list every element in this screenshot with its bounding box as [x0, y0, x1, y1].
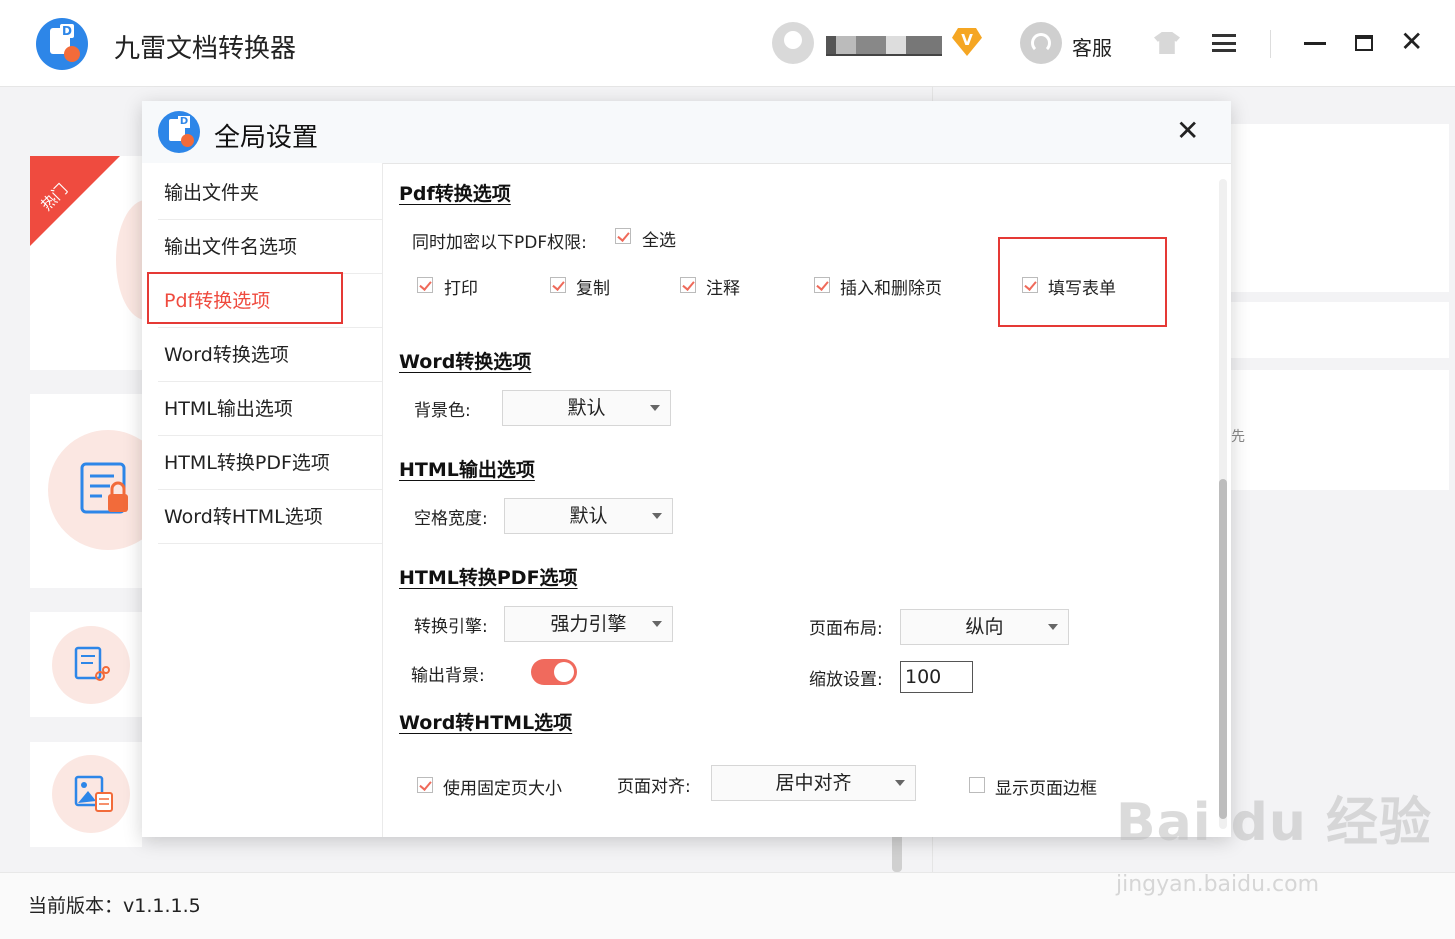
chevron-down-icon	[652, 621, 662, 627]
doc-cut-icon	[74, 646, 110, 684]
zoom-label: 缩放设置:	[809, 670, 883, 690]
engine-label: 转换引擎:	[414, 617, 488, 637]
version-label: 当前版本：v1.1.1.5	[28, 895, 201, 917]
menu-icon[interactable]	[1212, 34, 1236, 52]
pdf-section-title: Pdf转换选项	[399, 183, 511, 205]
global-settings-dialog: D 全局设置 ✕ 输出文件夹 输出文件名选项 Pdf转换选项 Word转换选项 …	[142, 101, 1231, 837]
space-width-value: 默认	[569, 505, 608, 527]
right-bg-card-3	[1231, 370, 1449, 490]
page-layout-select[interactable]: 纵向	[900, 609, 1069, 645]
bg-color-select[interactable]: 默认	[502, 390, 671, 426]
pdf-lock-icon	[80, 462, 130, 516]
engine-value: 强力引擎	[550, 613, 627, 635]
customer-service-label[interactable]: 客服	[1072, 32, 1112, 61]
zoom-input[interactable]: 100	[900, 661, 973, 693]
fixed-size-checkbox[interactable]	[417, 777, 433, 793]
html-pdf-section-title: HTML转换PDF选项	[399, 567, 578, 589]
right-bg-card-1	[1231, 124, 1449, 292]
perm-copy-label[interactable]: 复制	[576, 274, 610, 299]
page-layout-label: 页面布局:	[809, 619, 883, 639]
app-logo-icon: D	[36, 18, 88, 70]
customer-service-icon[interactable]	[1020, 22, 1062, 64]
right-bg-partial-text: 先	[1231, 429, 1245, 445]
settings-sidebar: 输出文件夹 输出文件名选项 Pdf转换选项 Word转换选项 HTML输出选项 …	[142, 163, 383, 837]
user-avatar-icon[interactable]	[772, 22, 814, 64]
dialog-close-icon[interactable]: ✕	[1176, 117, 1199, 145]
maximize-icon[interactable]	[1355, 35, 1373, 51]
close-window-icon[interactable]: ✕	[1400, 28, 1423, 56]
engine-select[interactable]: 强力引擎	[504, 606, 673, 642]
watermark-url: jingyan.baidu.com	[1116, 872, 1320, 897]
sidebar-item-html-output[interactable]: HTML输出选项	[158, 383, 382, 436]
encrypt-label: 同时加密以下PDF权限:	[412, 233, 587, 253]
minimize-icon[interactable]	[1304, 42, 1326, 45]
chevron-down-icon	[1048, 624, 1058, 630]
active-item-highlight	[147, 272, 343, 324]
page-layout-value: 纵向	[965, 616, 1004, 638]
perm-insert-delete-label[interactable]: 插入和删除页	[840, 274, 942, 299]
show-border-checkbox[interactable]	[969, 777, 985, 793]
right-bg-card-2	[1231, 302, 1449, 358]
watermark-logo: Bai du 经验	[1116, 793, 1432, 853]
perm-print-label[interactable]: 打印	[444, 274, 478, 299]
html-output-section-title: HTML输出选项	[399, 459, 535, 481]
dialog-title: 全局设置	[214, 123, 319, 153]
perm-annotate-checkbox[interactable]	[680, 277, 696, 293]
page-align-select[interactable]: 居中对齐	[711, 765, 916, 801]
bg-color-label: 背景色:	[414, 401, 471, 421]
word-section-title: Word转换选项	[399, 351, 532, 373]
select-all-checkbox[interactable]	[615, 228, 631, 244]
bg-color-value: 默认	[567, 397, 606, 419]
image-doc-icon	[74, 775, 114, 813]
page-align-value: 居中对齐	[775, 772, 852, 794]
dialog-logo-icon: D	[158, 111, 200, 153]
word-html-section-title: Word转HTML选项	[399, 712, 573, 734]
sidebar-item-output-folder[interactable]: 输出文件夹	[158, 167, 382, 220]
fill-form-highlight	[998, 237, 1167, 327]
output-bg-toggle[interactable]	[531, 659, 577, 685]
chevron-down-icon	[652, 513, 662, 519]
show-border-label[interactable]: 显示页面边框	[995, 774, 1097, 799]
perm-insert-delete-checkbox[interactable]	[814, 277, 830, 293]
select-all-label[interactable]: 全选	[642, 226, 676, 251]
sidebar-item-word-to-html[interactable]: Word转HTML选项	[158, 491, 382, 544]
space-width-label: 空格宽度:	[414, 509, 488, 529]
chevron-down-icon	[895, 780, 905, 786]
dialog-scrollbar-thumb[interactable]	[1219, 479, 1227, 819]
perm-print-checkbox[interactable]	[417, 277, 433, 293]
page-align-label: 页面对齐:	[617, 777, 691, 797]
fixed-size-label[interactable]: 使用固定页大小	[443, 774, 562, 799]
sidebar-item-word-options[interactable]: Word转换选项	[158, 329, 382, 382]
user-name-obscured[interactable]	[826, 36, 942, 56]
sidebar-item-output-filename[interactable]: 输出文件名选项	[158, 221, 382, 274]
output-bg-label: 输出背景:	[411, 666, 485, 686]
titlebar-divider	[1270, 30, 1271, 58]
perm-copy-checkbox[interactable]	[550, 277, 566, 293]
chevron-down-icon	[650, 405, 660, 411]
app-title: 九雷文档转换器	[114, 34, 297, 64]
space-width-select[interactable]: 默认	[504, 498, 673, 534]
sidebar-item-html-to-pdf[interactable]: HTML转换PDF选项	[158, 437, 382, 490]
perm-annotate-label[interactable]: 注释	[706, 274, 740, 299]
